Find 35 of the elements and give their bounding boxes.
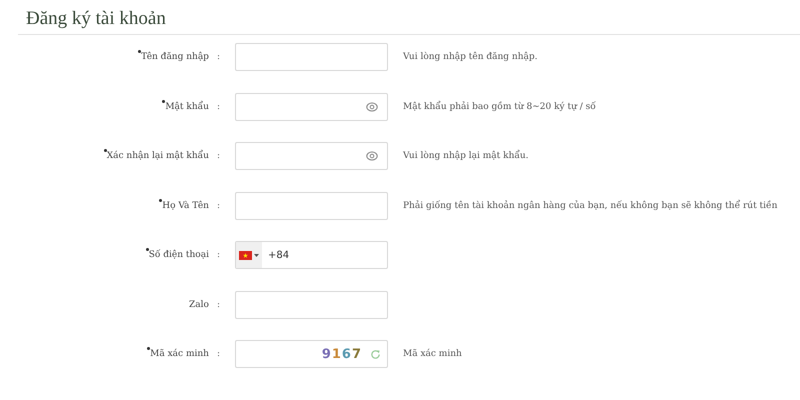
- colon: :: [216, 52, 220, 62]
- field-hint: Mã xác minh: [403, 349, 462, 359]
- field-hint: Phải giống tên tài khoản ngân hàng của bạn, nếu không bạn sẽ không thể rút tiền: [403, 200, 778, 210]
- eye-icon[interactable]: [366, 151, 378, 161]
- input-field[interactable]: [235, 290, 388, 318]
- colon: :: [216, 151, 220, 161]
- password-field[interactable]: [235, 142, 388, 170]
- captcha-field[interactable]: 9167: [235, 340, 388, 368]
- password-field[interactable]: [235, 92, 388, 120]
- phone-field[interactable]: +84: [235, 241, 388, 269]
- refresh-icon[interactable]: [370, 348, 381, 360]
- field-label: Mật khẩu: [165, 102, 209, 112]
- captcha-code: 9167: [322, 346, 362, 362]
- colon: :: [216, 200, 220, 210]
- field-label: Số điện thoại: [148, 250, 209, 260]
- field-label: Mã xác minh: [150, 349, 209, 359]
- field-label: Xác nhận lại mật khẩu: [106, 151, 209, 161]
- colon: :: [216, 349, 220, 359]
- country-dropdown[interactable]: [236, 242, 262, 268]
- field-hint: Vui lòng nhập lại mật khẩu.: [403, 151, 529, 161]
- colon: :: [216, 102, 220, 112]
- field-label: Họ Và Tên: [162, 200, 209, 210]
- input-field[interactable]: [235, 192, 388, 220]
- page-title: Đăng ký tài khoản: [18, 8, 800, 35]
- caret-icon: [254, 254, 259, 256]
- field-hint: Mật khẩu phải bao gồm từ 8~20 ký tự / số: [403, 102, 596, 112]
- eye-icon[interactable]: [366, 102, 378, 112]
- colon: :: [216, 250, 220, 260]
- phone-prefix: +84: [268, 250, 290, 260]
- field-label: Tên đăng nhập: [141, 52, 209, 62]
- field-label: Zalo: [189, 300, 209, 310]
- colon: :: [216, 300, 220, 310]
- field-hint: Vui lòng nhập tên đăng nhập.: [403, 52, 538, 62]
- input-field[interactable]: [235, 43, 388, 71]
- flag-icon: [239, 250, 252, 260]
